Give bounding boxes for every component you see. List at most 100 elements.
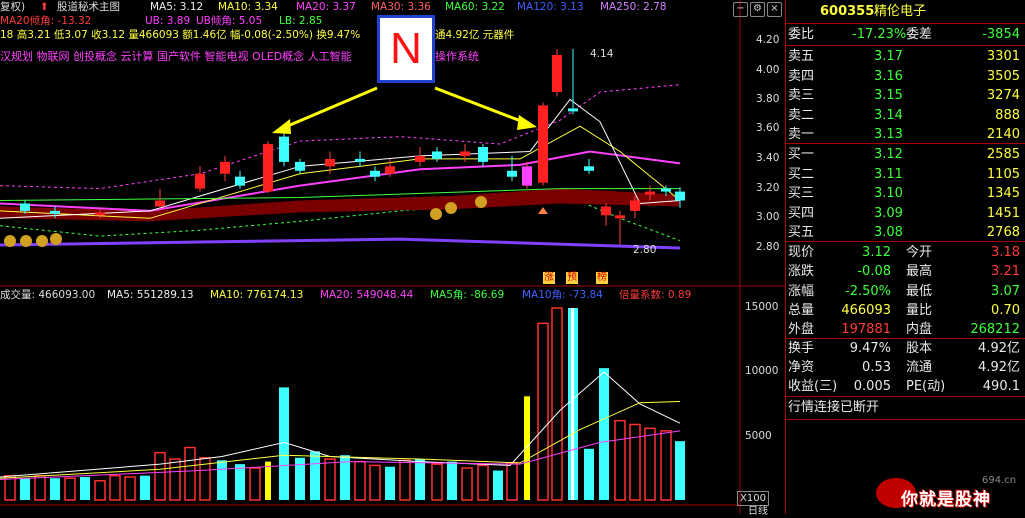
stat-value: 4.92亿 (978, 341, 1020, 356)
stock-header: 600355 精伦电子 (786, 2, 1025, 21)
candle-body (675, 191, 685, 201)
candle-body (432, 151, 442, 159)
volume-bar (154, 451, 166, 501)
bid-price: 3.12 (874, 147, 903, 162)
stat-label: 量比 (906, 302, 933, 318)
bid-price: 3.10 (874, 186, 903, 201)
stat-value: 3.18 (991, 245, 1020, 260)
volume-bar (169, 458, 181, 501)
stat-label: 总量 (788, 302, 815, 318)
stat-row: 外盘 197881 内盘 268212 (786, 320, 1025, 339)
high-price-label: 4.14 (590, 48, 614, 60)
volume-bar (354, 460, 366, 501)
bid-price: 3.11 (874, 166, 903, 182)
stat-label: PE(动) (906, 379, 946, 394)
ma20-angle: MA20倾角: -13.32 (0, 15, 92, 27)
volume-bar (644, 427, 656, 501)
candle-body (20, 203, 30, 211)
minus-icon[interactable]: − (733, 2, 748, 17)
ask-price: 3.17 (874, 49, 903, 64)
candle-body (385, 166, 395, 174)
volume-bar (385, 466, 395, 500)
volume-bar (629, 423, 641, 501)
price-tick-label: 3.40 (756, 152, 780, 164)
candle-body (155, 200, 165, 207)
period-label[interactable]: 日线 (748, 505, 768, 518)
mode-label: 复权) (0, 1, 26, 13)
candle-body (263, 144, 273, 192)
ma250-value: MA250: 2.78 (600, 1, 667, 13)
price-tick-label: 3.60 (756, 122, 780, 134)
arrow-up-icon: ⬆ (40, 1, 49, 13)
volume-bar (50, 478, 60, 500)
close-icon[interactable]: × (767, 2, 782, 17)
signal-badge-zhang: 涨 (543, 272, 555, 284)
ask-volume: 3505 (986, 68, 1020, 84)
ask-price: 3.13 (874, 127, 903, 142)
volume-bar (184, 446, 196, 501)
kline-chart-area[interactable]: 复权) ⬆ 股道秘术主图 MA5: 3.12 MA10: 3.34 MA20: … (0, 0, 785, 517)
price-tick-label: 3.00 (756, 211, 780, 223)
bid-price: 3.09 (874, 205, 903, 221)
candle-body (370, 170, 380, 177)
bid-row: 买三 3.10 1345 (786, 184, 1025, 203)
ohlc-info: 18 高3.21 低3.07 收3.12 量466093 额1.46亿 幅-0.… (0, 29, 361, 41)
candle-body (630, 200, 640, 211)
volume-bar (80, 476, 90, 500)
stat2-row: 换手 9.47% 股本 4.92亿 (786, 339, 1025, 358)
volume-bar (369, 464, 381, 501)
candle-body (615, 215, 625, 219)
quote-panel: 600355 精伦电子 委比 -17.23% 委差 -3854 卖五 3.17 33… (785, 0, 1025, 514)
bid-label: 买四 (788, 205, 815, 221)
stat-label: 最高 (906, 264, 933, 280)
stat-value: 0.53 (862, 360, 891, 375)
stat-value: 0.70 (991, 302, 1020, 318)
status-row: 行情连接已断开 (786, 398, 1025, 417)
candle-body (538, 105, 548, 183)
candle-body (235, 176, 245, 186)
money-bag-icon (430, 208, 442, 220)
stat-label: 涨跌 (788, 264, 815, 280)
stat-value: -2.50% (845, 283, 891, 299)
candle-body (645, 191, 655, 195)
price-tick-label: 4.20 (756, 34, 780, 46)
pointer-arrow-left (282, 86, 378, 130)
volume-bar (34, 474, 46, 501)
connection-status: 行情连接已断开 (788, 400, 880, 415)
stat-label: 现价 (788, 245, 815, 260)
candle-body (507, 170, 517, 177)
ask-row: 卖一 3.13 2140 (786, 125, 1025, 144)
ask-volume: 3274 (986, 88, 1020, 103)
volume-bar (599, 368, 609, 500)
signal-badge-bang: 榜 (596, 272, 608, 284)
ask-price: 3.16 (874, 68, 903, 84)
ma60-value: MA60: 3.22 (445, 1, 505, 13)
volume-bar (431, 463, 443, 501)
price-tick-label: 2.80 (756, 241, 780, 253)
vol-ma10-angle: MA10角: -73.84 (522, 289, 603, 301)
volume-bar (461, 467, 473, 501)
volume-bar (537, 322, 549, 501)
stat-label: 今开 (906, 245, 933, 260)
volume-bar (310, 451, 320, 500)
concept-tags: 汉规划 物联网 创投概念 云计算 国产软件 智能电视 OLED概念 人工智能 (0, 50, 352, 63)
volume-bar (217, 460, 227, 500)
money-bag-icon (445, 202, 457, 214)
concept-tags-tail: 操作系统 (435, 50, 479, 63)
vol-ma10: MA10: 776174.13 (210, 289, 304, 301)
stat2-row: 净资 0.53 流通 4.92亿 (786, 358, 1025, 377)
vol-ma20: MA20: 549048.44 (320, 289, 414, 301)
volume-tick-label: 15000 (745, 301, 779, 313)
stat-label: 换手 (788, 341, 815, 356)
webi-value: -17.23% (852, 27, 907, 42)
stat-value: 4.92亿 (978, 360, 1020, 375)
candle-body (460, 151, 470, 156)
pointer-arrowhead-right (517, 115, 537, 130)
ma10-value: MA10: 3.34 (218, 1, 278, 13)
bid-label: 买三 (788, 186, 815, 201)
formula-name[interactable]: 股道秘术主图 (57, 1, 120, 14)
n-annotation-box: N (377, 15, 435, 83)
settings-icon[interactable]: ⚙ (750, 2, 765, 17)
stat-label: 外盘 (788, 322, 815, 338)
ask-volume: 2140 (986, 127, 1020, 142)
